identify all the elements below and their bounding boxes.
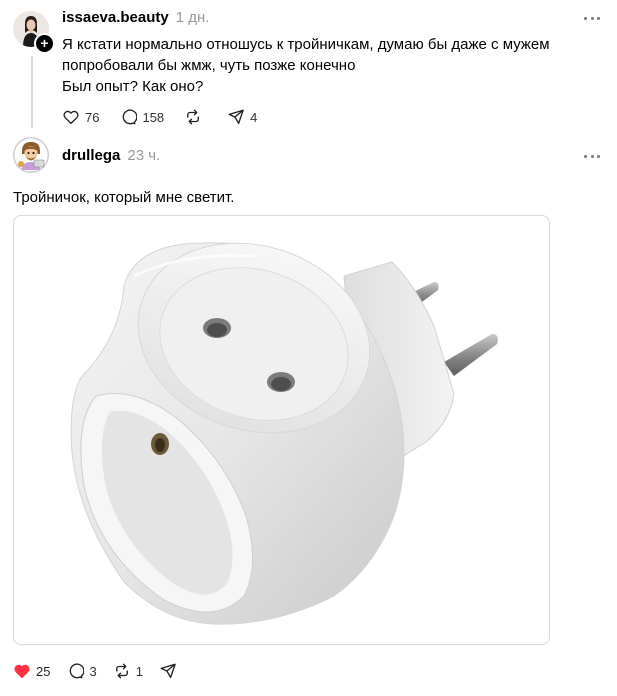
heart-icon [14, 664, 30, 679]
share-button[interactable]: 4 [227, 108, 257, 126]
plug-adapter-image [70, 242, 498, 625]
repost-button[interactable]: 1 [113, 662, 143, 680]
avatar[interactable] [13, 137, 49, 173]
post-text: Тройничок, который мне светит. [13, 189, 235, 206]
reply-button[interactable]: 3 [66, 662, 97, 680]
post-text-line: Я кстати нормально отношусь к тройничкам… [62, 36, 550, 53]
repost-button[interactable] [184, 108, 207, 126]
like-button[interactable]: 25 [13, 662, 50, 680]
like-button[interactable]: 76 [62, 108, 99, 126]
post-header: issaeva.beauty 1 дн. [62, 9, 209, 29]
share-icon [160, 663, 176, 679]
more-icon[interactable] [584, 149, 600, 163]
like-count: 25 [36, 663, 51, 679]
reply-button[interactable]: 158 [119, 108, 164, 126]
comment-icon [70, 663, 85, 679]
share-count: 4 [250, 109, 258, 125]
repost-icon [187, 109, 200, 125]
post-image[interactable] [13, 215, 550, 645]
post-issaeva: + issaeva.beauty 1 дн. Я кстати нормальн… [0, 0, 617, 135]
share-icon [228, 109, 244, 125]
timestamp[interactable]: 23 ч. [127, 147, 160, 164]
thread-line [31, 56, 33, 128]
follow-button[interactable]: + [34, 33, 55, 54]
post-header: drullega 23 ч. [62, 147, 160, 167]
post-text-line: Был опыт? Как оно? [62, 78, 204, 95]
repost-count: 1 [135, 663, 143, 679]
repost-icon [115, 663, 128, 679]
more-icon[interactable] [584, 11, 600, 25]
username[interactable]: issaeva.beauty [62, 9, 169, 26]
like-count: 76 [85, 109, 100, 125]
action-bar: 76 158 4 [62, 108, 277, 126]
action-bar: 25 3 1 [13, 662, 198, 680]
reply-count: 3 [89, 663, 97, 679]
heart-icon [63, 110, 79, 125]
comment-icon [123, 109, 138, 125]
post-drullega: drullega 23 ч. Тройничок, который мне св… [0, 135, 617, 696]
post-text: Я кстати нормально отношусь к тройничкам… [62, 34, 582, 97]
share-button[interactable] [159, 662, 182, 680]
post-text-line: попробовали бы жмж, чуть позже конечно [62, 57, 356, 74]
username[interactable]: drullega [62, 147, 120, 164]
timestamp[interactable]: 1 дн. [176, 9, 210, 26]
reply-count: 158 [142, 109, 165, 125]
